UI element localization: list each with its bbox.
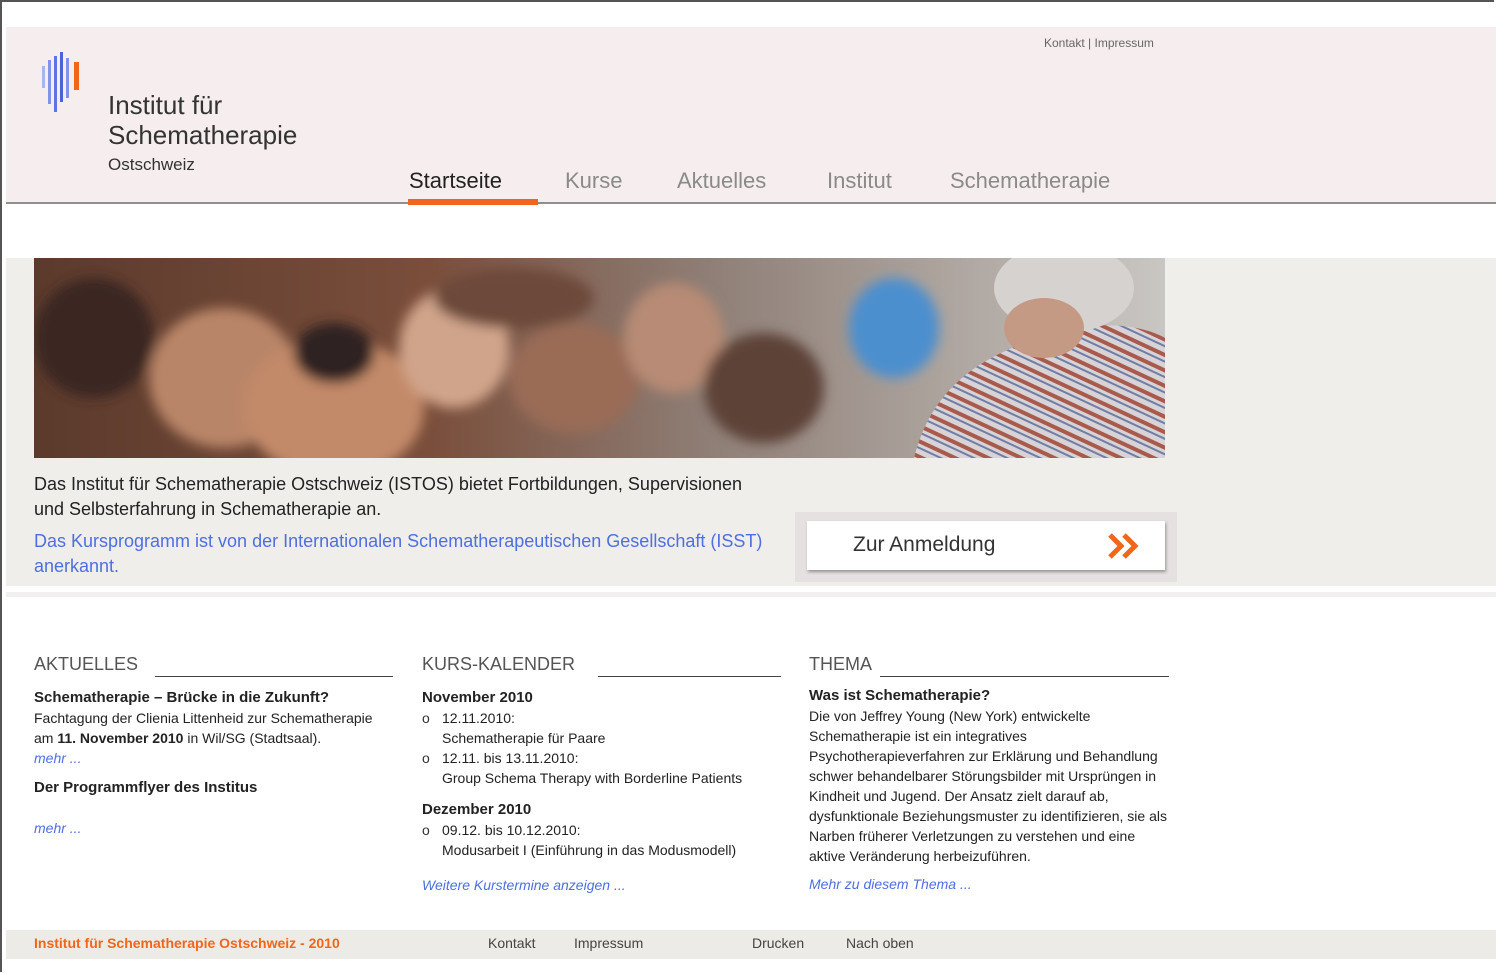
top-links: Kontakt | Impressum	[1044, 36, 1154, 50]
nav-active-indicator	[408, 199, 538, 205]
kalender-entry[interactable]: 12.11.2010:Schematherapie für Paare	[422, 708, 782, 748]
thema-text: Die von Jeffrey Young (New York) entwick…	[809, 708, 1167, 864]
top-link-impressum[interactable]: Impressum	[1095, 36, 1154, 50]
logo-subtitle: Ostschweiz	[108, 155, 195, 174]
aktuelles-column: Schematherapie – Brücke in die Zukunft? …	[34, 688, 384, 838]
footer-back-to-top-link[interactable]: Nach oben	[846, 935, 914, 951]
registration-button[interactable]: Zur Anmeldung	[807, 521, 1165, 570]
logo-icon[interactable]	[40, 52, 88, 118]
aktuelles-heading-rule	[155, 676, 393, 677]
kalender-list: 12.11.2010:Schematherapie für Paare 12.1…	[422, 708, 782, 788]
thema-heading-rule	[880, 676, 1169, 677]
aktuelles-item-text: Fachtagung der Clienia Littenheid zur Sc…	[34, 710, 373, 746]
nav-aktuelles[interactable]: Aktuelles	[677, 168, 766, 194]
aktuelles-more-link[interactable]: mehr ...	[34, 820, 81, 836]
thema-title: Was ist Schematherapie?	[809, 687, 991, 704]
kalender-heading-rule	[598, 676, 781, 677]
kalender-list: 09.12. bis 10.12.2010:Modusarbeit I (Ein…	[422, 820, 782, 860]
aktuelles-item-title: Der Programmflyer des Institus	[34, 779, 258, 796]
thema-more-link[interactable]: Mehr zu diesem Thema ...	[809, 876, 972, 892]
aktuelles-item-title: Schematherapie – Brücke in die Zukunft?	[34, 689, 330, 706]
nav-startseite[interactable]: Startseite	[409, 168, 502, 194]
hero-photo	[34, 258, 1165, 458]
kalender-entry[interactable]: 09.12. bis 10.12.2010:Modusarbeit I (Ein…	[422, 820, 782, 860]
thema-heading: THEMA	[809, 654, 872, 674]
top-link-kontakt[interactable]: Kontakt	[1044, 36, 1085, 50]
kalender-column: November 2010 12.11.2010:Schematherapie …	[422, 688, 782, 895]
registration-button-label: Zur Anmeldung	[853, 533, 996, 556]
section-separator	[6, 592, 1496, 597]
logo-title-line2: Schematherapie	[108, 120, 298, 150]
thema-column: Was ist Schematherapie? Die von Jeffrey …	[809, 686, 1169, 894]
nav-institut[interactable]: Institut	[827, 168, 892, 194]
kalender-month: Dezember 2010	[422, 801, 532, 818]
footer-kontakt-link[interactable]: Kontakt	[488, 935, 535, 951]
footer-brand: Institut für Schematherapie Ostschweiz -…	[34, 935, 340, 951]
intro-text: Das Institut für Schematherapie Ostschwe…	[34, 474, 743, 519]
nav-kurse[interactable]: Kurse	[565, 168, 622, 194]
double-chevron-right-icon	[1108, 533, 1139, 559]
kalender-heading: KURS-KALENDER	[422, 654, 576, 674]
kalender-month: November 2010	[422, 689, 533, 706]
logo-title[interactable]: Institut für Schematherapie	[108, 90, 297, 150]
logo-title-line1: Institut für	[108, 90, 223, 120]
kalender-entry[interactable]: 12.11. bis 13.11.2010:Group Schema Thera…	[422, 748, 782, 788]
top-link-separator: |	[1088, 36, 1092, 50]
footer-print-link[interactable]: Drucken	[752, 935, 804, 951]
isst-text: Das Kursprogramm ist von der Internation…	[34, 531, 763, 576]
aktuelles-more-link[interactable]: mehr ...	[34, 750, 81, 766]
aktuelles-heading: AKTUELLES	[34, 654, 139, 674]
kalender-more-link[interactable]: Weitere Kurstermine anzeigen ...	[422, 877, 626, 893]
footer-impressum-link[interactable]: Impressum	[574, 935, 643, 951]
nav-schematherapie[interactable]: Schematherapie	[950, 168, 1110, 194]
